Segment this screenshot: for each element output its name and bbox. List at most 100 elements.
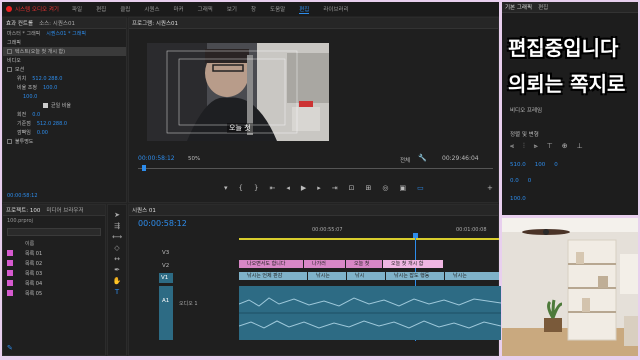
fx-row-rotation[interactable]: 회전 0.0 [3, 110, 126, 119]
clip[interactable]: 나오면서도 합니다 [239, 260, 303, 268]
fx-value[interactable]: 512.0 288.0 [32, 76, 62, 82]
add-button-icon[interactable]: + [487, 184, 493, 192]
tab-effect-controls[interactable]: 효과 컨트롤 [6, 19, 33, 27]
project-item[interactable]: 목록 01 [3, 248, 105, 258]
menu-file[interactable]: 파일 [72, 5, 82, 13]
clip[interactable]: 오늘 첫 [346, 260, 382, 268]
track-select-tool-icon[interactable]: ⇶ [108, 220, 126, 231]
align-dropdown[interactable]: 비디오 프레임 [510, 106, 542, 114]
project-item[interactable]: 목록 05 [3, 288, 105, 298]
clip[interactable]: 낚시는 잡도 행동 [386, 272, 444, 280]
track-a1-label[interactable]: A1 [159, 286, 173, 340]
playhead-marker[interactable] [142, 165, 146, 171]
checkbox-icon[interactable] [43, 103, 48, 108]
video-caption[interactable]: 오늘 첫 [227, 123, 253, 133]
position-y-value[interactable]: 100 [535, 162, 546, 168]
align-center-icon[interactable]: ⫶ [523, 142, 525, 151]
anchor-value[interactable]: 0 [528, 178, 532, 184]
rotation-value[interactable]: 0 [554, 162, 558, 168]
marker-icon[interactable]: ▾ [224, 184, 228, 196]
tab-project[interactable]: 프로젝트: 100 [6, 206, 40, 214]
program-video-frame[interactable]: 오늘 첫 [147, 43, 329, 141]
align-bottom-icon[interactable]: ⊥ [577, 142, 583, 151]
go-to-out-icon[interactable]: ⇥ [332, 184, 338, 196]
go-to-in-icon[interactable]: ⇤ [269, 184, 275, 196]
fx-value[interactable]: 0.0 [32, 112, 40, 118]
mark-in-icon[interactable]: { [239, 184, 243, 196]
fx-toggle-icon[interactable] [7, 139, 12, 144]
align-middle-icon[interactable]: ⊕ [562, 142, 568, 151]
menu-marker[interactable]: 마커 [174, 5, 184, 13]
fx-row-position[interactable]: 위치 512.0 288.0 [3, 74, 126, 83]
slip-tool-icon[interactable]: ↔ [108, 253, 126, 264]
mark-out-icon[interactable]: } [254, 184, 258, 196]
fx-row-anchor[interactable]: 기준점 512.0 288.0 [3, 119, 126, 128]
fx-value[interactable]: 100.0 [43, 85, 57, 91]
project-item[interactable]: 목록 04 [3, 278, 105, 288]
menu-graphics[interactable]: 그래픽 [198, 5, 213, 13]
tab-media-browser[interactable]: 미디어 브라우저 [46, 206, 83, 214]
recording-indicator[interactable]: 시스템 오디오 켜기 [6, 5, 59, 13]
menu-help[interactable]: 도움말 [270, 5, 285, 13]
align-left-icon[interactable]: ⫷ [510, 142, 514, 151]
track-v3-label[interactable]: V3 [162, 250, 169, 256]
step-forward-icon[interactable]: ▸ [317, 184, 321, 196]
tab-edit[interactable]: 편집 [538, 3, 548, 11]
clip-selected[interactable]: 오늘 첫 개시 합 [383, 260, 443, 268]
tab-sequence01[interactable]: 시퀀스 01 [132, 206, 156, 214]
playback-quality[interactable]: 전체 [400, 156, 410, 164]
timeline-timecode[interactable]: 00:00:58:12 [138, 219, 187, 228]
tab-source[interactable]: 소스: 시퀀스01 [39, 19, 75, 27]
workspace-edit-tab[interactable]: 편집 [299, 5, 310, 14]
vr-view-icon[interactable]: ▭ [417, 184, 424, 196]
selection-tool-icon[interactable]: ➤ [108, 209, 126, 220]
fx-row-uniform-scale[interactable]: 균일 비율 [3, 101, 126, 110]
export-frame-icon[interactable]: ◎ [382, 184, 388, 196]
menu-view[interactable]: 보기 [227, 5, 237, 13]
menu-edit[interactable]: 편집 [96, 5, 106, 13]
play-icon[interactable]: ▶ [301, 184, 306, 196]
fx-row-scale[interactable]: 비율 조정 100.0 [3, 83, 126, 92]
lift-icon[interactable]: ⊡ [349, 184, 355, 196]
scale-value[interactable]: 0.0 [510, 178, 519, 184]
fx-timecode[interactable]: 00:00:58:12 [3, 191, 38, 200]
eye-icon[interactable] [7, 49, 12, 54]
tab-essential-graphics[interactable]: 기본 그래픽 [505, 3, 532, 11]
menu-clip[interactable]: 클립 [120, 5, 130, 13]
position-x-value[interactable]: 510.0 [510, 162, 526, 168]
program-monitor-title[interactable]: 프로그램: 시퀀스01 [132, 19, 178, 27]
track-v2-label[interactable]: V2 [162, 263, 169, 269]
fx-toggle-icon[interactable] [7, 67, 12, 72]
fx-row-text-layer[interactable]: 텍스트(오늘 첫 개시 합) [3, 47, 126, 56]
project-item[interactable]: 목록 02 [3, 258, 105, 268]
project-item[interactable]: 목록 03 [3, 268, 105, 278]
clip[interactable]: 낚시 [347, 272, 385, 280]
program-timecode[interactable]: 00:00:58:12 [138, 155, 175, 162]
fx-row-opacity[interactable]: 불투명도 [3, 137, 126, 146]
align-right-icon[interactable]: ⫸ [534, 142, 538, 151]
clip[interactable]: 나가러 [304, 260, 345, 268]
align-top-icon[interactable]: ⊤ [547, 142, 553, 151]
fx-value[interactable]: 0.00 [37, 130, 48, 136]
work-area-bar[interactable] [239, 238, 499, 240]
fx-value[interactable]: 512.0 288.0 [37, 121, 67, 127]
type-tool-icon[interactable]: T [108, 286, 126, 297]
pen-icon[interactable]: ✎ [7, 344, 13, 352]
clip[interactable]: 낚시는 언제 판감 [239, 272, 307, 280]
fx-value[interactable]: 100.0 [23, 94, 37, 100]
menu-sequence[interactable]: 시퀀스 [144, 5, 159, 13]
pen-tool-icon[interactable]: ✒ [108, 264, 126, 275]
extract-icon[interactable]: ⊞ [366, 184, 372, 196]
step-back-icon[interactable]: ◂ [286, 184, 290, 196]
razor-tool-icon[interactable]: ◇ [108, 242, 126, 253]
menu-window[interactable]: 창 [251, 5, 256, 13]
comparison-view-icon[interactable]: ▣ [399, 184, 406, 196]
fx-row-flicker[interactable]: 깜빡임 0.00 [3, 128, 126, 137]
fx-target[interactable]: 시퀀스01 * 그래픽 [46, 30, 86, 37]
clip[interactable]: 낚시는 [445, 272, 499, 280]
fx-row-motion[interactable]: 모션 [3, 65, 126, 74]
clip[interactable]: 낚시는 [308, 272, 346, 280]
zoom-level[interactable]: 50% [188, 156, 200, 162]
ripple-edit-tool-icon[interactable]: ⟷ [108, 231, 126, 242]
workspace-libraries-tab[interactable]: 라이브러리 [323, 5, 348, 13]
